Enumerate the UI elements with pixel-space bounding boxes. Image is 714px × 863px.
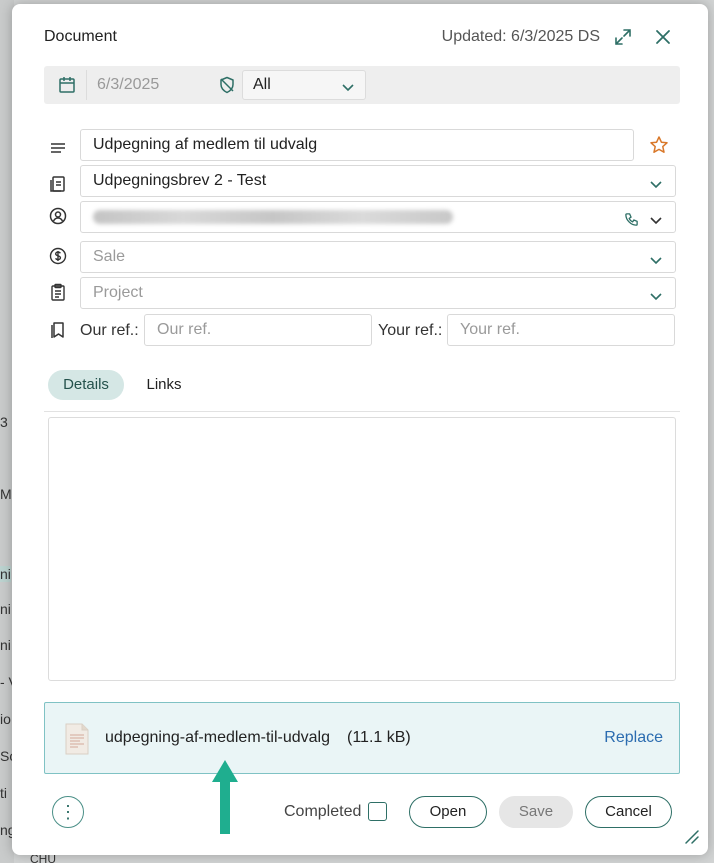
save-button[interactable]: Save	[499, 796, 573, 828]
details-textarea[interactable]	[48, 417, 676, 681]
project-select-placeholder: Project	[93, 284, 143, 301]
background-text: ni	[0, 566, 11, 582]
background-text: io	[0, 711, 11, 727]
expand-icon[interactable]	[612, 26, 634, 48]
resize-handle-icon[interactable]	[682, 827, 700, 845]
chevron-down-icon	[649, 172, 663, 196]
background-text: ni	[0, 601, 11, 617]
completed-label: Completed	[284, 803, 362, 820]
project-select[interactable]: Project	[80, 277, 676, 309]
clipboard-icon	[48, 282, 68, 302]
sale-select[interactable]: Sale	[80, 241, 676, 273]
contact-select[interactable]	[80, 201, 676, 233]
updated-info: Updated: 6/3/2025 DS	[441, 28, 600, 45]
document-file-icon	[65, 723, 89, 755]
attachment-file-name[interactable]: udpegning-af-medlem-til-udvalg	[105, 729, 330, 747]
filter-bar: 6/3/2025 All	[44, 66, 680, 104]
visibility-select[interactable]: All	[242, 70, 366, 100]
attachment-panel: udpegning-af-medlem-til-udvalg (11.1 kB)…	[44, 702, 680, 774]
background-text: ti	[0, 785, 7, 801]
our-ref-label: Our ref.:	[80, 322, 139, 339]
sale-select-placeholder: Sale	[93, 248, 126, 265]
document-template-icon	[48, 174, 68, 194]
tab-details[interactable]: Details	[48, 370, 124, 400]
more-options-button[interactable]: ⋮	[52, 796, 84, 828]
completed-checkbox[interactable]	[368, 802, 387, 821]
replace-link[interactable]: Replace	[604, 729, 663, 747]
date-field[interactable]: 6/3/2025	[86, 70, 208, 100]
your-ref-input[interactable]: Your ref.	[447, 314, 675, 346]
our-ref-input[interactable]: Our ref.	[144, 314, 372, 346]
template-select[interactable]: Udpegningsbrev 2 - Test	[80, 165, 676, 197]
text-lines-icon	[48, 138, 68, 158]
shield-icon	[216, 74, 238, 96]
tabs-divider	[44, 411, 680, 412]
chevron-down-icon	[649, 284, 663, 308]
annotation-arrow-icon	[212, 760, 238, 834]
open-button[interactable]: Open	[409, 796, 487, 828]
title-input[interactable]: Udpegning af medlem til udvalg	[80, 129, 634, 161]
close-icon[interactable]	[652, 26, 674, 48]
chevron-down-icon	[649, 208, 663, 232]
person-icon	[48, 206, 68, 226]
calendar-icon[interactable]	[56, 74, 78, 96]
contact-blurred-value	[93, 210, 453, 224]
bookmark-icon	[48, 320, 68, 340]
cancel-button[interactable]: Cancel	[585, 796, 672, 828]
attachment-file-size: (11.1 kB)	[347, 729, 411, 746]
chevron-down-icon	[649, 248, 663, 272]
visibility-select-value: All	[253, 76, 271, 93]
dialog-title: Document	[44, 28, 117, 45]
your-ref-label: Your ref.:	[378, 322, 443, 339]
star-icon[interactable]	[648, 134, 670, 156]
chevron-down-icon	[341, 76, 355, 104]
phone-icon[interactable]	[624, 208, 639, 232]
tab-links[interactable]: Links	[138, 370, 190, 400]
template-select-value: Udpegningsbrev 2 - Test	[93, 172, 267, 189]
document-dialog: Document Updated: 6/3/2025 DS 6/3/2025 A…	[12, 4, 708, 855]
background-text: ni	[0, 637, 11, 653]
dollar-icon	[48, 246, 68, 266]
